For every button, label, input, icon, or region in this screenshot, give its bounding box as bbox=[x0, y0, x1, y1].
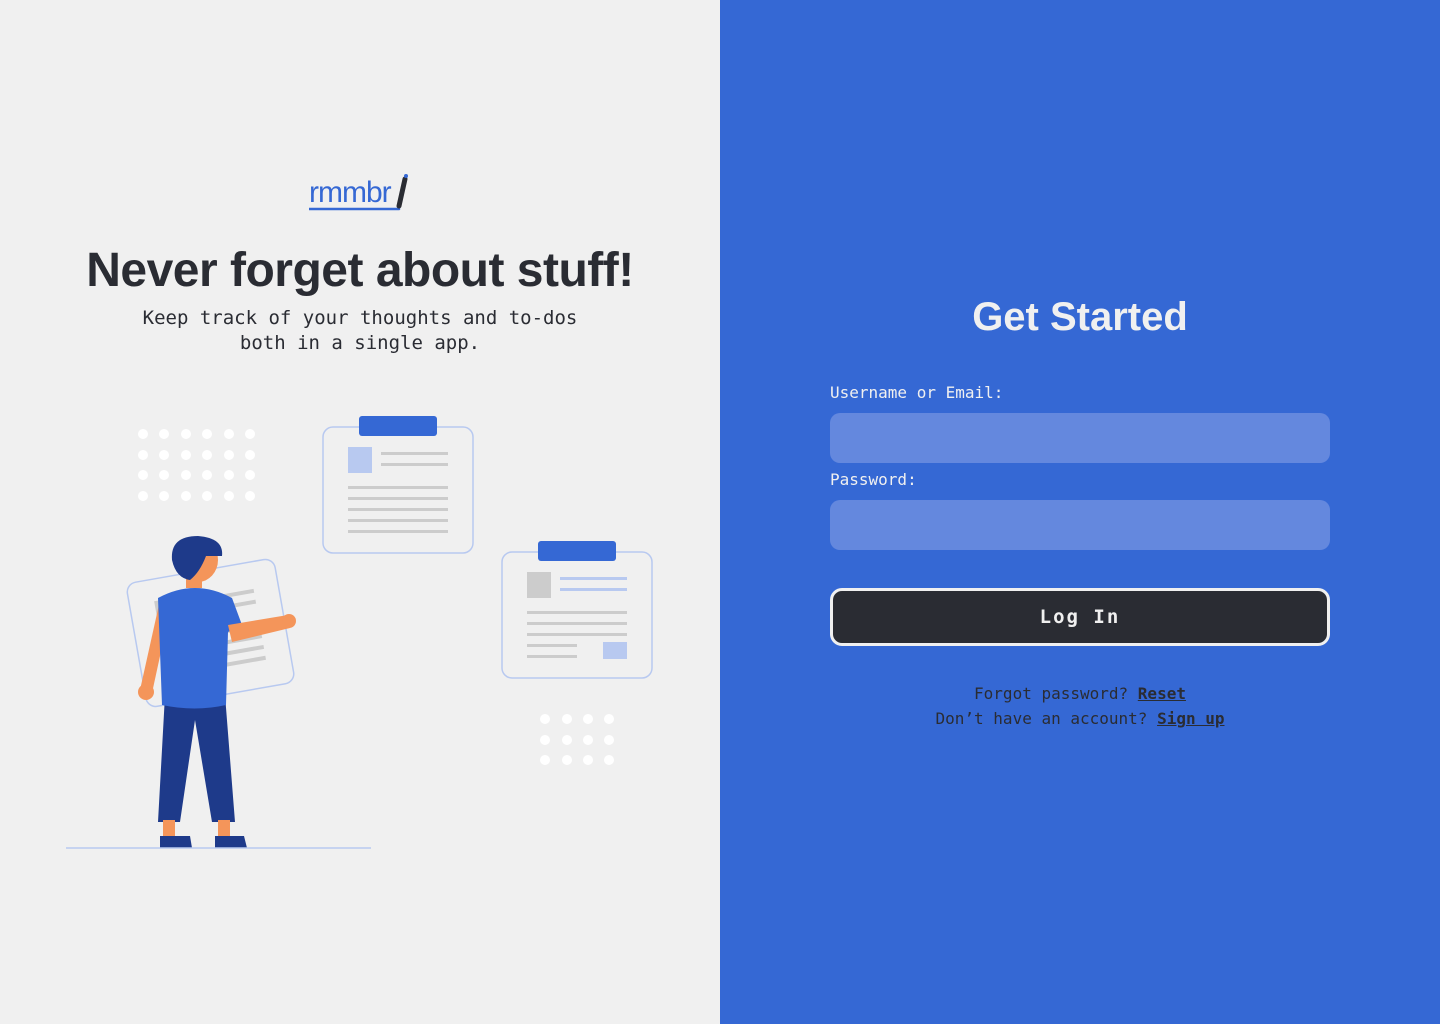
username-input[interactable] bbox=[830, 413, 1330, 463]
logo: rmmbr bbox=[309, 172, 411, 212]
reset-link[interactable]: Reset bbox=[1138, 684, 1186, 703]
note-card-top bbox=[322, 416, 474, 554]
person-with-notes-illustration bbox=[66, 416, 653, 849]
login-button[interactable]: Log In bbox=[830, 588, 1330, 646]
form-title: Get Started bbox=[972, 295, 1188, 339]
pen-icon bbox=[309, 174, 408, 211]
hero-subtitle: Keep track of your thoughts and to-dos b… bbox=[142, 307, 578, 354]
dot-grid-top bbox=[138, 429, 255, 501]
password-input[interactable] bbox=[830, 500, 1330, 550]
dot-grid-bottom bbox=[540, 714, 614, 765]
login-panel: Get Started Username or Email: Password:… bbox=[720, 0, 1440, 1024]
signup-link[interactable]: Sign up bbox=[1157, 709, 1224, 728]
forgot-password-text: Forgot password? bbox=[974, 684, 1129, 703]
note-card-right bbox=[501, 541, 653, 679]
password-label: Password: bbox=[830, 470, 917, 489]
username-label: Username or Email: bbox=[830, 383, 1004, 402]
forgot-password-line: Forgot password? Reset bbox=[720, 684, 1440, 703]
hero-panel: rmmbr Never forget about stuff! Keep tra… bbox=[0, 0, 720, 1024]
no-account-text: Don’t have an account? bbox=[935, 709, 1148, 728]
hero-title: Never forget about stuff! bbox=[86, 244, 634, 297]
signup-line: Don’t have an account? Sign up bbox=[720, 709, 1440, 728]
